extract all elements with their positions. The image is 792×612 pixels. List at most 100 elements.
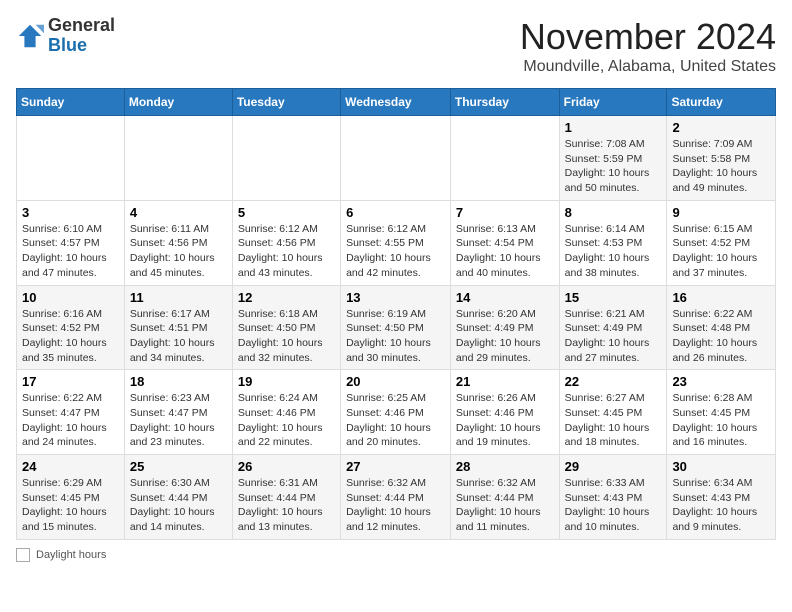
calendar-cell: 4 Sunrise: 6:11 AM Sunset: 4:56 PM Daylig… xyxy=(124,200,232,285)
day-number: 23 xyxy=(672,374,770,389)
day-number: 17 xyxy=(22,374,119,389)
day-info: Sunrise: 6:22 AM Sunset: 4:47 PM Dayligh… xyxy=(22,391,119,450)
day-info: Sunrise: 6:12 AM Sunset: 4:55 PM Dayligh… xyxy=(346,222,445,281)
logo-general-text: General xyxy=(48,16,115,36)
day-number: 22 xyxy=(565,374,662,389)
day-info: Sunrise: 6:19 AM Sunset: 4:50 PM Dayligh… xyxy=(346,307,445,366)
calendar-cell: 24 Sunrise: 6:29 AM Sunset: 4:45 PM Dayli… xyxy=(17,455,125,540)
day-number: 10 xyxy=(22,290,119,305)
day-number: 4 xyxy=(130,205,227,220)
day-number: 5 xyxy=(238,205,335,220)
day-number: 16 xyxy=(672,290,770,305)
weekday-header: Saturday xyxy=(667,89,776,116)
day-number: 18 xyxy=(130,374,227,389)
calendar-body: 1Sunrise: 7:08 AM Sunset: 5:59 PM Daylig… xyxy=(17,116,776,540)
calendar-table: SundayMondayTuesdayWednesdayThursdayFrid… xyxy=(16,88,776,540)
day-info: Sunrise: 6:31 AM Sunset: 4:44 PM Dayligh… xyxy=(238,476,335,535)
calendar-cell xyxy=(341,116,451,201)
legend-box xyxy=(16,548,30,562)
calendar-cell: 19 Sunrise: 6:24 AM Sunset: 4:46 PM Dayli… xyxy=(232,370,340,455)
day-info: Sunrise: 6:11 AM Sunset: 4:56 PM Dayligh… xyxy=(130,222,227,281)
day-number: 3 xyxy=(22,205,119,220)
day-number: 25 xyxy=(130,459,227,474)
calendar-cell: 7Sunrise: 6:13 AM Sunset: 4:54 PM Daylig… xyxy=(450,200,559,285)
calendar-cell: 10Sunrise: 6:16 AM Sunset: 4:52 PM Dayli… xyxy=(17,285,125,370)
day-info: Sunrise: 6:29 AM Sunset: 4:45 PM Dayligh… xyxy=(22,476,119,535)
month-title: November 2024 xyxy=(520,16,776,58)
calendar-cell: 29Sunrise: 6:33 AM Sunset: 4:43 PM Dayli… xyxy=(559,455,667,540)
calendar-cell: 16 Sunrise: 6:22 AM Sunset: 4:48 PM Dayli… xyxy=(667,285,776,370)
calendar-cell: 21Sunrise: 6:26 AM Sunset: 4:46 PM Dayli… xyxy=(450,370,559,455)
calendar-cell: 9 Sunrise: 6:15 AM Sunset: 4:52 PM Daylig… xyxy=(667,200,776,285)
weekday-header: Sunday xyxy=(17,89,125,116)
calendar-cell: 18 Sunrise: 6:23 AM Sunset: 4:47 PM Dayli… xyxy=(124,370,232,455)
calendar-cell: 5 Sunrise: 6:12 AM Sunset: 4:56 PM Daylig… xyxy=(232,200,340,285)
day-info: Sunrise: 7:09 AM Sunset: 5:58 PM Dayligh… xyxy=(672,137,770,196)
calendar-cell: 6 Sunrise: 6:12 AM Sunset: 4:55 PM Daylig… xyxy=(341,200,451,285)
day-info: Sunrise: 6:32 AM Sunset: 4:44 PM Dayligh… xyxy=(346,476,445,535)
calendar-cell: 20 Sunrise: 6:25 AM Sunset: 4:46 PM Dayli… xyxy=(341,370,451,455)
day-info: Sunrise: 6:17 AM Sunset: 4:51 PM Dayligh… xyxy=(130,307,227,366)
day-number: 2 xyxy=(672,120,770,135)
day-number: 7 xyxy=(456,205,554,220)
day-number: 30 xyxy=(672,459,770,474)
calendar-cell: 17 Sunrise: 6:22 AM Sunset: 4:47 PM Dayli… xyxy=(17,370,125,455)
logo-icon xyxy=(16,22,44,50)
day-info: Sunrise: 6:15 AM Sunset: 4:52 PM Dayligh… xyxy=(672,222,770,281)
day-info: Sunrise: 6:18 AM Sunset: 4:50 PM Dayligh… xyxy=(238,307,335,366)
calendar-cell: 30 Sunrise: 6:34 AM Sunset: 4:43 PM Dayli… xyxy=(667,455,776,540)
day-number: 14 xyxy=(456,290,554,305)
day-info: Sunrise: 6:22 AM Sunset: 4:48 PM Dayligh… xyxy=(672,307,770,366)
day-number: 13 xyxy=(346,290,445,305)
legend-label: Daylight hours xyxy=(36,549,106,561)
calendar-cell: 27 Sunrise: 6:32 AM Sunset: 4:44 PM Dayli… xyxy=(341,455,451,540)
day-info: Sunrise: 6:24 AM Sunset: 4:46 PM Dayligh… xyxy=(238,391,335,450)
calendar-cell: 25 Sunrise: 6:30 AM Sunset: 4:44 PM Dayli… xyxy=(124,455,232,540)
day-number: 8 xyxy=(565,205,662,220)
calendar-cell: 11 Sunrise: 6:17 AM Sunset: 4:51 PM Dayli… xyxy=(124,285,232,370)
calendar-cell xyxy=(232,116,340,201)
calendar-cell: 12 Sunrise: 6:18 AM Sunset: 4:50 PM Dayli… xyxy=(232,285,340,370)
day-info: Sunrise: 6:23 AM Sunset: 4:47 PM Dayligh… xyxy=(130,391,227,450)
page-header: General Blue November 2024 Moundville, A… xyxy=(16,16,776,76)
day-info: Sunrise: 6:34 AM Sunset: 4:43 PM Dayligh… xyxy=(672,476,770,535)
day-number: 29 xyxy=(565,459,662,474)
weekday-header: Wednesday xyxy=(341,89,451,116)
logo-blue-text: Blue xyxy=(48,36,115,56)
day-number: 21 xyxy=(456,374,554,389)
logo: General Blue xyxy=(16,16,115,56)
calendar-cell: 15Sunrise: 6:21 AM Sunset: 4:49 PM Dayli… xyxy=(559,285,667,370)
day-info: Sunrise: 6:20 AM Sunset: 4:49 PM Dayligh… xyxy=(456,307,554,366)
day-info: Sunrise: 6:28 AM Sunset: 4:45 PM Dayligh… xyxy=(672,391,770,450)
calendar-cell: 3 Sunrise: 6:10 AM Sunset: 4:57 PM Daylig… xyxy=(17,200,125,285)
day-info: Sunrise: 6:27 AM Sunset: 4:45 PM Dayligh… xyxy=(565,391,662,450)
calendar-header: SundayMondayTuesdayWednesdayThursdayFrid… xyxy=(17,89,776,116)
calendar-week-row: 17 Sunrise: 6:22 AM Sunset: 4:47 PM Dayli… xyxy=(17,370,776,455)
day-number: 27 xyxy=(346,459,445,474)
day-info: Sunrise: 6:21 AM Sunset: 4:49 PM Dayligh… xyxy=(565,307,662,366)
day-info: Sunrise: 6:25 AM Sunset: 4:46 PM Dayligh… xyxy=(346,391,445,450)
day-info: Sunrise: 6:12 AM Sunset: 4:56 PM Dayligh… xyxy=(238,222,335,281)
day-info: Sunrise: 6:14 AM Sunset: 4:53 PM Dayligh… xyxy=(565,222,662,281)
day-number: 20 xyxy=(346,374,445,389)
calendar-cell: 1Sunrise: 7:08 AM Sunset: 5:59 PM Daylig… xyxy=(559,116,667,201)
calendar-cell: 23 Sunrise: 6:28 AM Sunset: 4:45 PM Dayli… xyxy=(667,370,776,455)
calendar-cell: 22 Sunrise: 6:27 AM Sunset: 4:45 PM Dayli… xyxy=(559,370,667,455)
calendar-week-row: 3 Sunrise: 6:10 AM Sunset: 4:57 PM Daylig… xyxy=(17,200,776,285)
day-number: 11 xyxy=(130,290,227,305)
day-number: 6 xyxy=(346,205,445,220)
calendar-cell: 14 Sunrise: 6:20 AM Sunset: 4:49 PM Dayli… xyxy=(450,285,559,370)
day-number: 24 xyxy=(22,459,119,474)
calendar-cell: 28Sunrise: 6:32 AM Sunset: 4:44 PM Dayli… xyxy=(450,455,559,540)
calendar-cell xyxy=(450,116,559,201)
day-number: 9 xyxy=(672,205,770,220)
day-number: 12 xyxy=(238,290,335,305)
weekday-header-row: SundayMondayTuesdayWednesdayThursdayFrid… xyxy=(17,89,776,116)
weekday-header: Friday xyxy=(559,89,667,116)
day-number: 19 xyxy=(238,374,335,389)
weekday-header: Monday xyxy=(124,89,232,116)
legend: Daylight hours xyxy=(16,548,776,562)
day-info: Sunrise: 6:32 AM Sunset: 4:44 PM Dayligh… xyxy=(456,476,554,535)
day-info: Sunrise: 6:10 AM Sunset: 4:57 PM Dayligh… xyxy=(22,222,119,281)
day-info: Sunrise: 6:30 AM Sunset: 4:44 PM Dayligh… xyxy=(130,476,227,535)
